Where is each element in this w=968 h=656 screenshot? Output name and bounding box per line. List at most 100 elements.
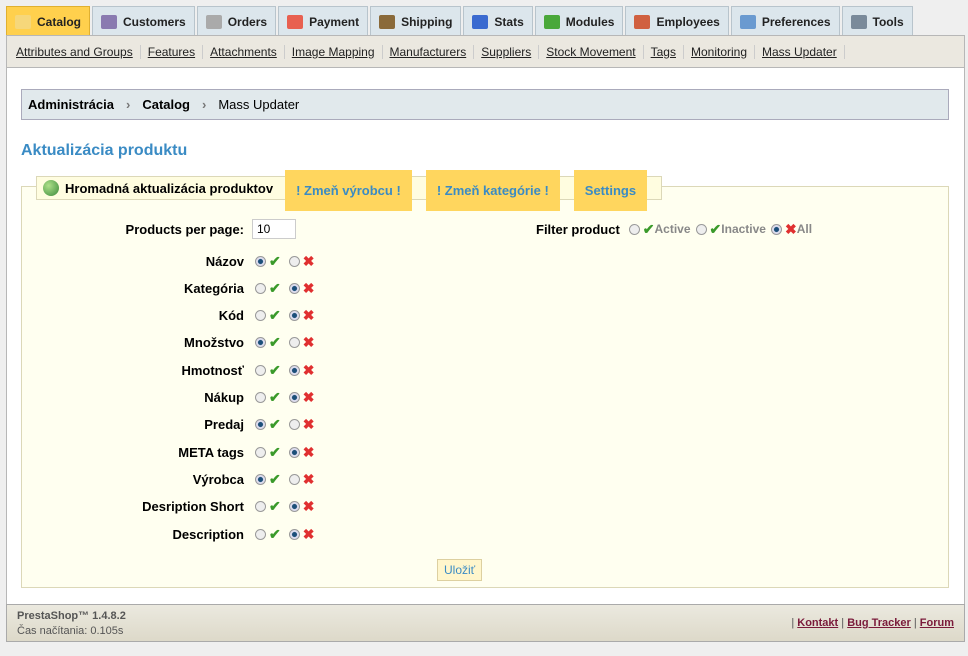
update-yes-radio[interactable]	[255, 282, 266, 294]
tab-change-category[interactable]: ! Zmeň kategórie !	[425, 170, 560, 211]
tab-label: Catalog	[37, 14, 82, 29]
tab-customers[interactable]: Customers	[92, 6, 195, 36]
update-no-radio[interactable]	[288, 282, 300, 294]
check-icon: ✔	[269, 416, 281, 433]
filter-radio[interactable]	[695, 223, 707, 235]
field-row: Kód ✔ ✖	[22, 306, 315, 326]
check-icon: ✔	[709, 220, 722, 237]
payment-icon	[287, 14, 304, 29]
wrench-icon	[850, 14, 867, 29]
subnav-link[interactable]: Manufacturers	[383, 44, 475, 59]
tab-employees[interactable]: Employees	[625, 6, 729, 36]
bug-tracker-link[interactable]: Bug Tracker	[847, 617, 911, 629]
subnav-link[interactable]: Stock Movement	[539, 44, 644, 59]
field-row: Desription Short ✔ ✖	[22, 497, 314, 517]
update-yes-radio[interactable]	[255, 528, 266, 540]
update-yes-radio[interactable]	[255, 419, 266, 431]
subnav-link[interactable]: Suppliers	[474, 44, 540, 59]
update-yes-radio[interactable]	[255, 364, 266, 376]
breadcrumb-item[interactable]: Catalog	[142, 97, 190, 112]
update-no-radio[interactable]	[288, 392, 300, 403]
tab-stats[interactable]: Stats	[463, 6, 533, 36]
field-row: Description ✔ ✖	[22, 524, 314, 544]
tab-tools[interactable]: Tools	[841, 6, 913, 36]
tab-label: Customers	[123, 14, 186, 29]
cross-icon: ✖	[302, 525, 315, 542]
update-no-radio[interactable]	[288, 364, 300, 376]
update-no-radio[interactable]	[288, 255, 300, 267]
subnav-link[interactable]: Attachments	[203, 44, 285, 59]
subnav-link[interactable]: Image Mapping	[285, 44, 383, 59]
field-row: META tags ✔ ✖	[22, 442, 314, 462]
update-no-radio[interactable]	[288, 446, 300, 458]
field-label: Desription Short	[142, 499, 244, 515]
filter-radio[interactable]	[770, 223, 782, 235]
tab-payment[interactable]: Payment	[278, 6, 369, 36]
update-no-radio[interactable]	[288, 337, 300, 349]
subnav-link[interactable]: Tags	[644, 44, 684, 59]
tab-preferences[interactable]: Preferences	[730, 6, 840, 36]
subnav-link[interactable]: Features	[141, 44, 204, 59]
tab-orders[interactable]: Orders	[196, 6, 277, 36]
tab-catalog[interactable]: Catalog	[6, 6, 91, 36]
update-yes-radio[interactable]	[255, 446, 266, 458]
chevron-right-icon: ›	[202, 97, 207, 112]
globe-icon	[43, 180, 59, 196]
check-icon: ✔	[269, 498, 281, 515]
chart-icon	[472, 14, 489, 29]
subnav-link[interactable]: Mass Updater	[755, 44, 845, 59]
update-yes-radio[interactable]	[255, 473, 266, 485]
contact-link[interactable]: Kontakt	[797, 617, 838, 629]
user-icon	[101, 14, 118, 29]
filter-label: Filter product	[536, 221, 620, 237]
filter-radio[interactable]	[628, 223, 640, 235]
update-yes-radio[interactable]	[255, 255, 266, 267]
per-page-input[interactable]	[252, 219, 296, 239]
footer: PrestaShop™ 1.4.8.2 Čas načítania: 0.105…	[6, 604, 965, 642]
field-row: Kategória ✔ ✖	[22, 278, 314, 298]
breadcrumb-item[interactable]: Administrácia	[28, 97, 114, 112]
field-label: META tags	[178, 444, 244, 460]
tab-modules[interactable]: Modules	[534, 6, 624, 36]
check-icon: ✔	[269, 307, 281, 324]
update-yes-radio[interactable]	[255, 337, 266, 349]
subnav-link[interactable]: Attributes and Groups	[9, 44, 141, 59]
page-title: Aktualizácia produktu	[21, 142, 188, 159]
content-panel: Administrácia › Catalog › Mass Updater Akt…	[6, 68, 965, 604]
field-label: Predaj	[204, 417, 244, 433]
tab-shipping[interactable]: Shipping	[370, 6, 462, 36]
update-yes-radio[interactable]	[255, 310, 266, 322]
field-row: Množstvo ✔ ✖	[22, 333, 314, 353]
filter-option-label: Inactive	[721, 222, 766, 236]
save-button[interactable]: Uložiť	[437, 559, 483, 581]
field-row: Predaj ✔ ✖	[22, 415, 314, 435]
update-no-radio[interactable]	[288, 473, 300, 485]
check-icon: ✔	[269, 470, 281, 487]
update-no-radio[interactable]	[288, 310, 300, 322]
cross-icon: ✖	[302, 334, 315, 351]
update-yes-radio[interactable]	[255, 392, 266, 403]
tab-change-manufacturer[interactable]: ! Zmeň výrobcu !	[285, 170, 412, 211]
field-label: Kód	[218, 308, 244, 324]
subnav-link[interactable]: Monitoring	[684, 44, 756, 59]
cross-icon: ✖	[302, 307, 315, 324]
breadcrumb: Administrácia › Catalog › Mass Updater	[21, 89, 949, 120]
tab-label: Shipping	[401, 14, 453, 29]
field-row: Hmotnosť ✔ ✖	[22, 360, 314, 380]
field-row: Názov ✔ ✖	[22, 251, 315, 271]
legend-title: Hromadná aktualizácia produktov	[65, 180, 274, 196]
update-yes-radio[interactable]	[255, 501, 266, 513]
tab-label: Modules	[565, 14, 615, 29]
form-legend: Hromadná aktualizácia produktov ! Zmeň v…	[36, 170, 663, 211]
check-icon: ✔	[269, 279, 281, 296]
forum-link[interactable]: Forum	[920, 617, 954, 629]
mass-update-form: Hromadná aktualizácia produktov ! Zmeň v…	[21, 170, 949, 588]
tab-settings[interactable]: Settings	[573, 170, 648, 211]
update-no-radio[interactable]	[288, 419, 300, 431]
sub-navigation: Attributes and Groups Features Attachments…	[6, 35, 965, 68]
update-no-radio[interactable]	[288, 501, 300, 513]
check-icon: ✔	[269, 525, 281, 542]
update-no-radio[interactable]	[288, 528, 300, 540]
field-label: Výrobca	[192, 471, 244, 487]
tab-label: Tools	[872, 14, 904, 29]
